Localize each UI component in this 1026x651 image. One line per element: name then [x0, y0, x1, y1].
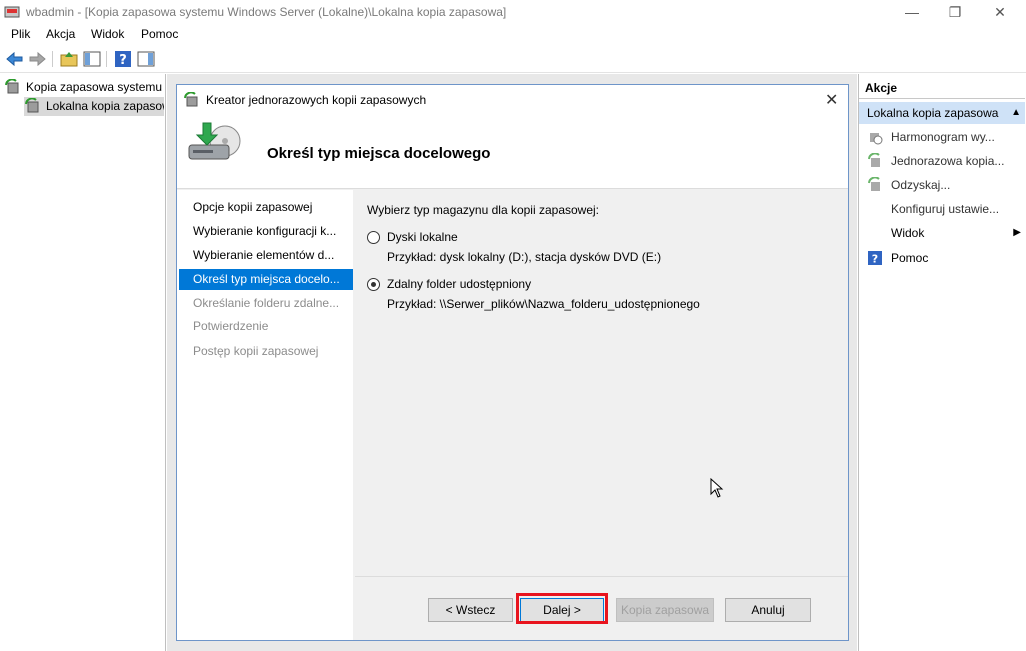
option-local-disks[interactable]: Dyski lokalne	[367, 230, 667, 246]
svg-text:?: ?	[119, 53, 127, 68]
action-backup-once[interactable]: Jednorazowa kopia...	[865, 149, 1025, 173]
tree-item-root[interactable]: Kopia zapasowa systemu Windows Server (L…	[4, 78, 164, 97]
minimize-button[interactable]: —	[889, 0, 935, 25]
window-title: wbadmin - [Kopia zapasowa systemu Window…	[26, 5, 507, 19]
dialog-title: Kreator jednorazowych kopii zapasowych	[206, 93, 427, 107]
mouse-cursor-icon	[710, 478, 724, 498]
option-local-disks-label: Dyski lokalne	[387, 230, 458, 244]
actions-section-local-backup[interactable]: Lokalna kopia zapasowa ▲	[859, 102, 1025, 124]
toolbar-separator	[106, 51, 107, 67]
maximize-button[interactable]: ❐	[932, 0, 978, 25]
backup-once-icon	[868, 153, 880, 167]
action-view[interactable]: Widok ▶	[865, 221, 1025, 245]
toolbar-separator	[52, 51, 53, 67]
wizard-content: Wybierz typ magazynu dla kopii zapasowej…	[357, 190, 848, 576]
option-remote-share-example: Przykład: \\Serwer_plików\Nazwa_folderu_…	[387, 297, 700, 311]
storage-type-prompt: Wybierz typ magazynu dla kopii zapasowej…	[367, 203, 600, 217]
wizard-page-heading: Określ typ miejsca docelowego	[267, 145, 491, 162]
menu-plik[interactable]: Plik	[11, 27, 30, 41]
backup-disk-icon	[188, 122, 241, 160]
step-select-items[interactable]: Wybieranie elementów d...	[179, 245, 353, 266]
backup-button: Kopia zapasowa	[616, 598, 714, 622]
console-tree: Kopia zapasowa systemu Windows Server (L…	[0, 74, 166, 651]
action-recover[interactable]: Odzyskaj...	[865, 173, 1025, 197]
action-configure-settings[interactable]: Konfiguruj ustawie...	[865, 197, 1025, 221]
step-backup-options[interactable]: Opcje kopii zapasowej	[179, 197, 353, 218]
recover-icon	[868, 177, 880, 191]
up-folder-icon[interactable]	[59, 49, 79, 69]
cancel-button[interactable]: Anuluj	[725, 598, 811, 622]
dialog-header: Określ typ miejsca docelowego	[177, 115, 848, 189]
tree-child-label: Lokalna kopia zapasowa	[46, 99, 164, 113]
submenu-arrow-icon: ▶	[1013, 227, 1021, 238]
menu-pomoc[interactable]: Pomoc	[141, 27, 178, 41]
option-remote-share[interactable]: Zdalny folder udostępniony	[367, 277, 667, 293]
actions-header: Akcje	[859, 77, 1025, 99]
next-button-highlight	[516, 593, 608, 624]
svg-text:?: ?	[872, 253, 878, 266]
step-remote-folder: Określanie folderu zdalne...	[193, 296, 340, 310]
show-hide-action-pane-icon[interactable]	[136, 49, 156, 69]
option-local-disks-example: Przykład: dysk lokalny (D:), stacja dysk…	[387, 250, 662, 264]
button-separator	[355, 576, 848, 577]
step-destination-type[interactable]: Określ typ miejsca docelo...	[179, 269, 353, 290]
action-help[interactable]: ? Pomoc	[865, 246, 1025, 270]
toolbar: ?	[0, 45, 1026, 73]
menu-widok[interactable]: Widok	[91, 27, 124, 41]
step-backup-progress: Postęp kopii zapasowej	[193, 344, 319, 358]
option-remote-share-label: Zdalny folder udostępniony	[387, 277, 532, 291]
actions-section-label: Lokalna kopia zapasowa	[867, 106, 999, 120]
step-select-configuration[interactable]: Wybieranie konfiguracji k...	[179, 221, 353, 242]
radio-local-disks[interactable]	[367, 231, 380, 244]
tree-root-label: Kopia zapasowa systemu Windows Server (L…	[26, 80, 164, 94]
back-button[interactable]: < Wstecz	[428, 598, 513, 622]
collapse-up-icon[interactable]: ▲	[1011, 102, 1021, 124]
forward-arrow-icon[interactable]	[27, 49, 47, 69]
tree-item-local-backup[interactable]: Lokalna kopia zapasowa	[24, 97, 164, 116]
help-icon[interactable]: ?	[113, 49, 133, 69]
wizard-steps-nav: Opcje kopii zapasowej Wybieranie konfigu…	[177, 190, 353, 640]
wbadmin-app-icon	[4, 6, 20, 18]
backup-wizard-dialog: Kreator jednorazowych kopii zapasowych ✕…	[176, 84, 849, 641]
radio-remote-share[interactable]	[367, 278, 380, 291]
help-icon: ?	[868, 251, 882, 266]
wizard-app-icon	[184, 92, 198, 107]
title-bar: wbadmin - [Kopia zapasowa systemu Window…	[0, 0, 1026, 25]
actions-pane: Akcje Lokalna kopia zapasowa ▲ Harmonogr…	[858, 74, 1026, 651]
backup-server-icon	[5, 79, 19, 94]
action-schedule-backup[interactable]: Harmonogram wy...	[865, 125, 1025, 149]
menu-bar: Plik Akcja Widok Pomoc	[0, 25, 1026, 45]
show-hide-tree-icon[interactable]	[82, 49, 102, 69]
dialog-close-button[interactable]: ✕	[825, 90, 838, 110]
schedule-icon	[870, 133, 883, 145]
menu-akcja[interactable]: Akcja	[46, 27, 75, 41]
local-backup-icon	[25, 98, 39, 113]
step-confirmation: Potwierdzenie	[193, 319, 269, 333]
close-window-button[interactable]: ✕	[977, 0, 1023, 25]
back-arrow-icon[interactable]	[5, 49, 25, 69]
dialog-title-bar: Kreator jednorazowych kopii zapasowych ✕	[177, 85, 848, 115]
